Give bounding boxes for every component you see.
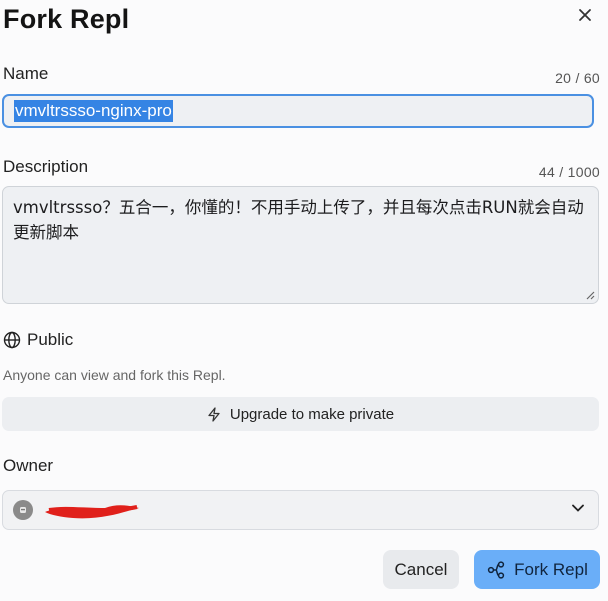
- resize-handle-icon[interactable]: [585, 290, 595, 300]
- fork-icon: [488, 560, 505, 579]
- dialog-title: Fork Repl: [3, 4, 130, 34]
- name-label: Name: [3, 64, 49, 83]
- description-char-counter: 44 / 1000: [538, 164, 600, 180]
- description-label: Description: [3, 157, 89, 176]
- name-char-counter: 20 / 60: [555, 70, 600, 86]
- upgrade-button-label: Upgrade to make private: [229, 405, 395, 423]
- user-avatar-icon: [20, 507, 26, 513]
- visibility-label: Public: [27, 330, 74, 349]
- owner-select[interactable]: [2, 490, 599, 530]
- description-text: vmvltrssso？五合一，你懂的！不用手动上传了，并且每次点击RUN就会自动…: [13, 198, 584, 242]
- globe-icon: [3, 331, 21, 349]
- cancel-button[interactable]: Cancel: [383, 550, 459, 589]
- close-button[interactable]: [574, 4, 596, 26]
- redacted-owner-name: [45, 505, 139, 519]
- fork-repl-button[interactable]: Fork Repl: [474, 550, 600, 589]
- close-icon: [579, 9, 591, 21]
- fork-repl-button-label: Fork Repl: [514, 559, 588, 579]
- visibility-row: Public: [3, 330, 73, 350]
- cancel-button-label: Cancel: [394, 559, 448, 579]
- visibility-helper-text: Anyone can view and fork this Repl.: [3, 367, 226, 383]
- avatar: [13, 500, 33, 520]
- owner-label: Owner: [3, 456, 54, 475]
- name-input[interactable]: vmvltrssso-nginx-pro: [2, 94, 594, 128]
- name-input-value: vmvltrssso-nginx-pro: [14, 100, 173, 122]
- lightning-icon: [208, 406, 220, 422]
- upgrade-button[interactable]: Upgrade to make private: [2, 397, 599, 431]
- description-textarea[interactable]: vmvltrssso？五合一，你懂的！不用手动上传了，并且每次点击RUN就会自动…: [2, 186, 599, 304]
- chevron-down-icon: [572, 504, 584, 512]
